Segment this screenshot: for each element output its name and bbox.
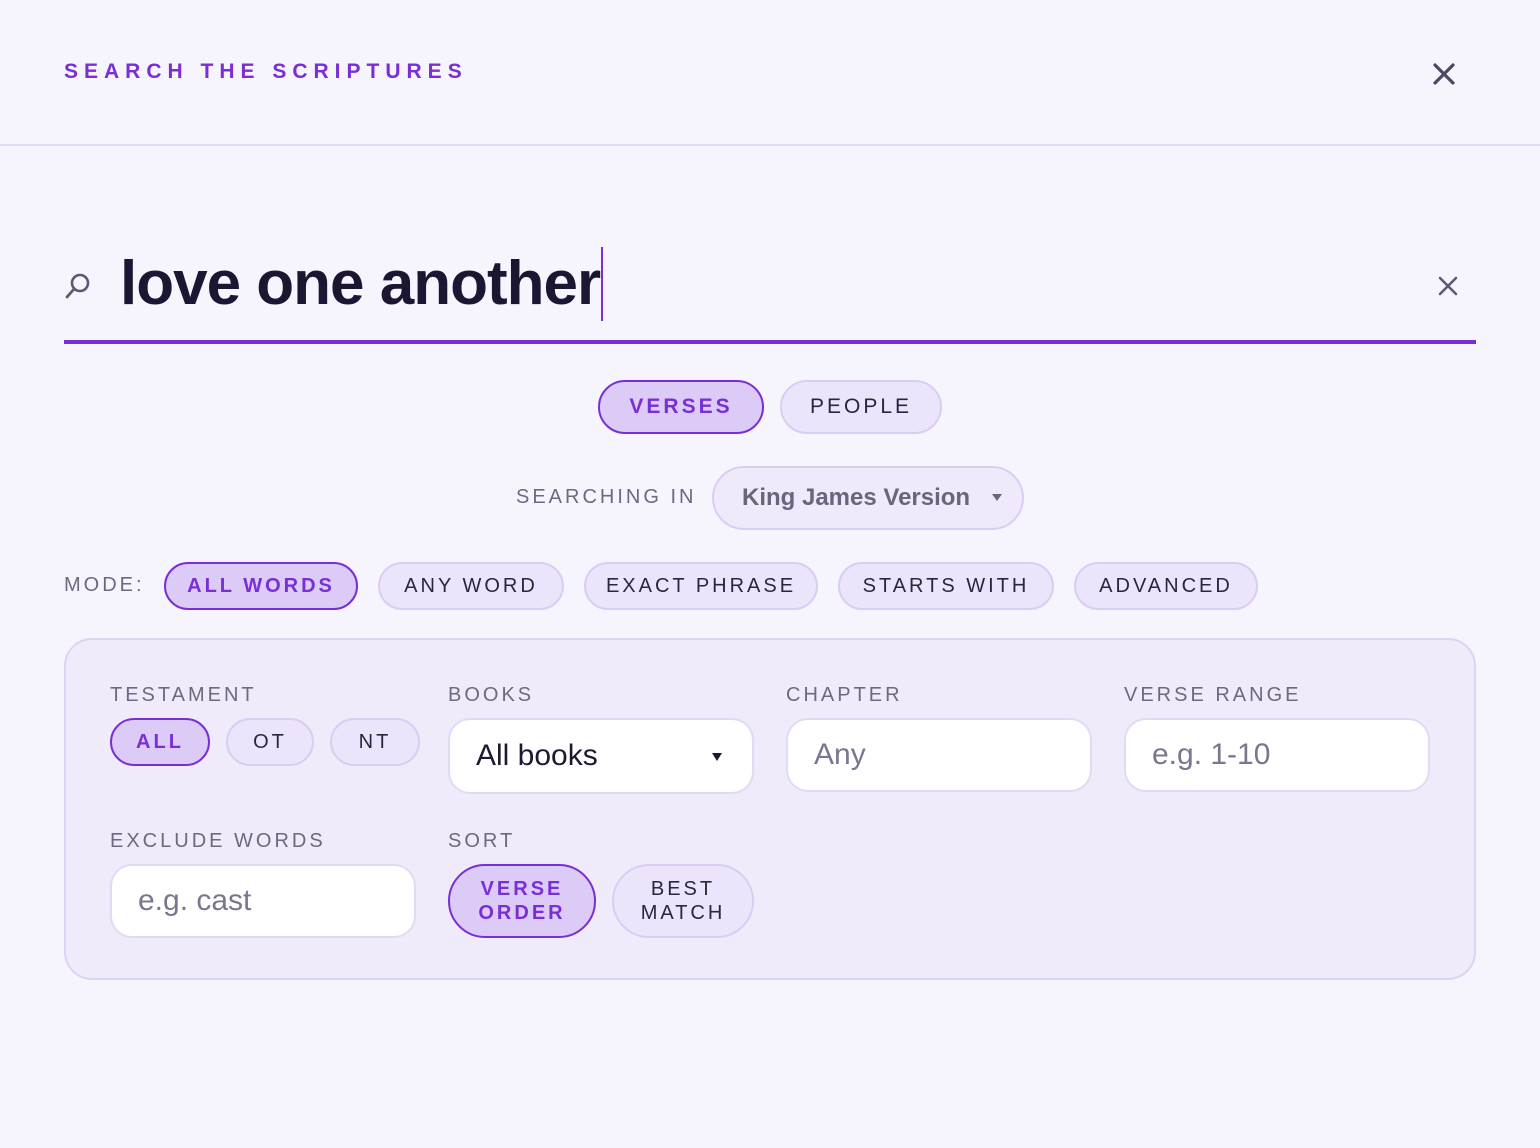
text-caret — [601, 247, 604, 321]
books-label: BOOKS — [448, 684, 535, 706]
testament-label: TESTAMENT — [110, 684, 257, 706]
sort-label: SORT — [448, 830, 516, 852]
mode-label: MODE: — [64, 574, 145, 596]
testament-ot[interactable]: OT — [226, 718, 314, 766]
exclude-words-label: EXCLUDE WORDS — [110, 830, 326, 852]
testament-all[interactable]: ALL — [110, 718, 210, 766]
search-input[interactable]: love one another — [120, 246, 604, 322]
sort-best-match[interactable]: BEST MATCH — [612, 864, 754, 938]
filters-panel: TESTAMENT ALL OT NT BOOKS All books CHAP… — [64, 638, 1476, 980]
sort-best-match-line1: BEST — [650, 878, 716, 900]
books-select[interactable]: All books — [448, 718, 754, 794]
verse-range-input[interactable]: e.g. 1-10 — [1124, 718, 1430, 792]
chapter-placeholder: Any — [814, 738, 866, 771]
modal-title: SEARCH THE SCRIPTURES — [64, 60, 468, 83]
verse-range-placeholder: e.g. 1-10 — [1152, 738, 1271, 771]
books-select-value: All books — [476, 739, 598, 772]
version-select-value: King James Version — [742, 484, 971, 511]
mode-advanced[interactable]: ADVANCED — [1074, 562, 1258, 610]
close-button[interactable] — [1424, 54, 1464, 94]
exclude-words-input[interactable]: e.g. cast — [110, 864, 416, 938]
search-bar: love one another — [64, 232, 1476, 344]
chevron-down-icon — [992, 494, 1002, 501]
verse-range-label: VERSE RANGE — [1124, 684, 1302, 706]
modal-header: SEARCH THE SCRIPTURES — [0, 0, 1540, 146]
mode-starts-with[interactable]: STARTS WITH — [838, 562, 1054, 610]
close-icon — [1433, 63, 1455, 85]
mode-exact-phrase[interactable]: EXACT PHRASE — [584, 562, 818, 610]
tab-people[interactable]: PEOPLE — [780, 380, 942, 434]
mode-any-word[interactable]: ANY WORD — [378, 562, 564, 610]
sort-best-match-line2: MATCH — [640, 902, 726, 924]
chapter-input[interactable]: Any — [786, 718, 1092, 792]
exclude-words-placeholder: e.g. cast — [138, 884, 252, 917]
clear-search-button[interactable] — [1432, 270, 1464, 302]
mode-all-words[interactable]: ALL WORDS — [164, 562, 358, 610]
chevron-down-icon — [712, 753, 722, 761]
chapter-label: CHAPTER — [786, 684, 903, 706]
sort-verse-order-line1: VERSE — [480, 878, 564, 900]
searching-in-label: SEARCHING IN — [516, 486, 697, 508]
version-select[interactable]: King James Version — [712, 466, 1024, 530]
search-query: love one another — [120, 249, 601, 318]
sort-verse-order-line2: ORDER — [478, 902, 566, 924]
clear-icon — [1438, 276, 1458, 296]
testament-nt[interactable]: NT — [330, 718, 420, 766]
search-icon — [65, 273, 90, 299]
sort-verse-order[interactable]: VERSE ORDER — [448, 864, 596, 938]
tab-verses[interactable]: VERSES — [598, 380, 764, 434]
